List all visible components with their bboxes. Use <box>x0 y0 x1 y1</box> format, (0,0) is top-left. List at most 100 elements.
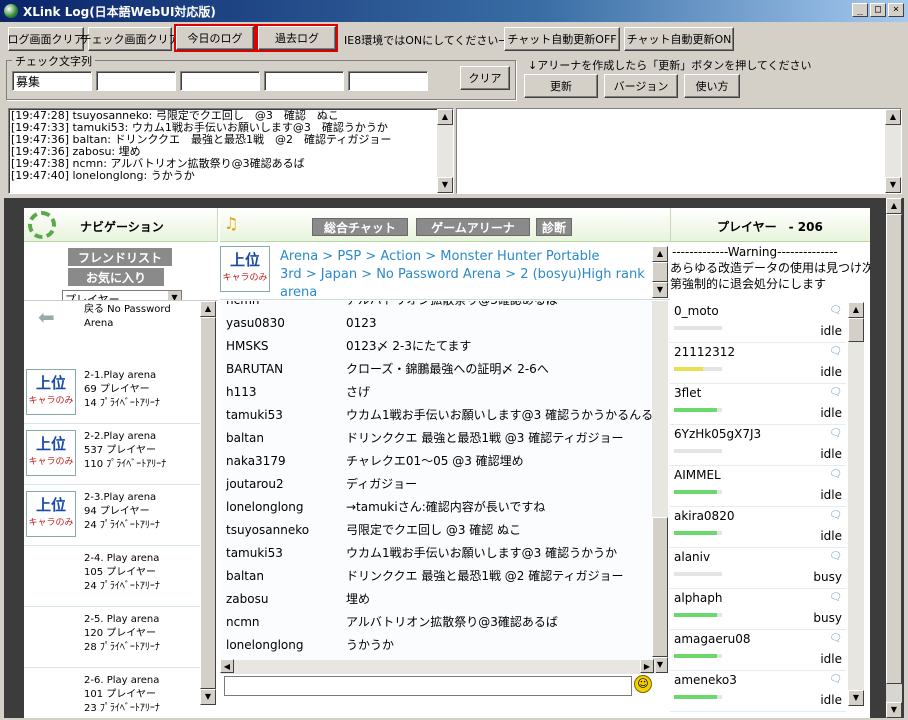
arena-name[interactable]: 2-1.Play arena <box>84 369 160 383</box>
player-item[interactable]: alphaph 🗨 busy <box>670 589 846 630</box>
chat-user[interactable]: ncmn <box>226 611 260 634</box>
chat-user[interactable]: ncmn <box>226 301 260 312</box>
scroll-down-icon[interactable]: ▼ <box>652 282 668 298</box>
check-field-1[interactable] <box>12 71 92 91</box>
player-name[interactable]: 3flet <box>674 386 701 400</box>
scroll-up-icon[interactable]: ▲ <box>885 109 901 125</box>
chat-scrollbar[interactable]: ▼ <box>652 301 668 673</box>
scroll-down-icon[interactable]: ▼ <box>437 177 453 193</box>
chat-user[interactable]: joutarou2 <box>226 473 284 496</box>
log-clear-button[interactable]: ログ画面クリア <box>8 27 85 51</box>
scroll-thumb[interactable] <box>200 317 216 689</box>
player-name[interactable]: 6YzHk05gX7J3 <box>674 427 761 441</box>
scroll-down-icon[interactable]: ▼ <box>848 690 864 706</box>
arena-item[interactable]: 2-5. Play arena 120 プレイヤー 28 ﾌﾟﾗｲﾍﾞｰﾄｱﾘｰﾅ <box>24 607 200 668</box>
player-name[interactable]: AIMMEL <box>674 468 721 482</box>
scroll-up-icon[interactable]: ▲ <box>652 246 668 262</box>
update-button[interactable]: 更新 <box>524 74 598 98</box>
chat-user[interactable]: lonelonglong <box>226 496 303 519</box>
back-item[interactable]: ⬅ 戻る No Password Arena <box>24 301 200 363</box>
player-item[interactable]: amagaeru08 🗨 idle <box>670 630 846 671</box>
player-item[interactable]: akira0820 🗨 idle <box>670 507 846 548</box>
auto-update-off-button[interactable]: チャット自動更新OFF <box>504 27 620 51</box>
player-name[interactable]: alaniv <box>674 550 710 564</box>
smiley-icon[interactable]: ☺ <box>634 675 652 693</box>
breadcrumb-line-2[interactable]: 3rd > Japan > No Password Arena > 2 (bos… <box>280 266 645 284</box>
back-arrow-icon[interactable]: ⬅ <box>38 305 55 329</box>
arena-item[interactable]: 上位 キャラのみ 2-1.Play arena 69 プレイヤー 14 ﾌﾟﾗｲﾍﾞｰﾄ… <box>24 363 200 424</box>
chat-user[interactable]: tamuki53 <box>226 404 283 427</box>
player-name[interactable]: alphaph <box>674 591 723 605</box>
scroll-down-icon[interactable]: ▼ <box>885 177 901 193</box>
player-item[interactable]: 6YzHk05gX7J3 🗨 idle <box>670 425 846 466</box>
player-name[interactable]: 0_moto <box>674 304 719 318</box>
chat-user[interactable]: lonelonglong <box>226 634 303 657</box>
check-clear-fields-button[interactable]: クリア <box>460 66 510 90</box>
scroll-up-icon[interactable]: ▲ <box>437 109 453 125</box>
friend-list-button[interactable]: フレンドリスト <box>68 248 172 266</box>
arena-item[interactable]: 上位 キャラのみ 2-3.Play arena 94 プレイヤー 24 ﾌﾟﾗｲﾍﾞｰﾄ… <box>24 485 200 546</box>
scroll-down-icon[interactable]: ▼ <box>886 702 902 718</box>
breadcrumb-line-1[interactable]: Arena > PSP > Action > Monster Hunter Po… <box>280 248 645 266</box>
player-name[interactable]: akira0820 <box>674 509 734 523</box>
log-scrollbar[interactable]: ▲ ▼ <box>437 109 453 193</box>
check-field-2[interactable] <box>96 71 176 91</box>
arena-name[interactable]: 2-2.Play arena <box>84 430 166 444</box>
scroll-thumb[interactable] <box>652 517 668 657</box>
info-scrollbar[interactable]: ▲ ▼ <box>652 246 668 298</box>
chat-hscrollbar[interactable]: ◀ ▶ <box>220 659 656 674</box>
check-field-4[interactable] <box>264 71 344 91</box>
past-log-button[interactable]: 過去ログ <box>256 24 338 52</box>
chat-user[interactable]: tsuyosanneko <box>226 519 309 542</box>
chat-user[interactable]: baltan <box>226 427 264 450</box>
breadcrumb-line-3[interactable]: arena <box>280 284 645 302</box>
chat-bubble-icon[interactable]: 🗨 <box>829 305 842 316</box>
tab-game-arena[interactable]: ゲームアリーナ <box>416 218 530 236</box>
chat-user[interactable]: BARUTAN <box>226 358 283 381</box>
player-item[interactable]: alaniv 🗨 busy <box>670 548 846 589</box>
player-item[interactable]: 3flet 🗨 idle <box>670 384 846 425</box>
scroll-thumb[interactable] <box>886 214 902 684</box>
chat-user[interactable]: baltan <box>226 565 264 588</box>
auto-update-on-button[interactable]: チャット自動更新ON <box>624 27 734 51</box>
chat-user[interactable]: naka3179 <box>226 450 286 473</box>
scroll-down-icon[interactable]: ▼ <box>200 689 216 705</box>
chat-user[interactable]: HMSKS <box>226 335 268 358</box>
scroll-up-icon[interactable]: ▲ <box>886 198 902 214</box>
chat-bubble-icon[interactable]: 🗨 <box>829 469 842 480</box>
arena-name[interactable]: 2-3.Play arena <box>84 491 160 505</box>
arena-item[interactable]: 2-4. Play arena 105 プレイヤー 24 ﾌﾟﾗｲﾍﾞｰﾄｱﾘｰﾅ <box>24 546 200 607</box>
arena-item[interactable]: 2-6. Play arena 101 プレイヤー 23 ﾌﾟﾗｲﾍﾞｰﾄｱﾘｰﾅ <box>24 668 200 718</box>
howto-button[interactable]: 使い方 <box>684 74 740 98</box>
log-output[interactable]: [19:47:28] tsuyosanneko: 弓限定でクエ回し @3 確認 … <box>8 108 454 194</box>
player-item[interactable]: ameneko3 🗨 idle <box>670 671 846 712</box>
scroll-right-icon[interactable]: ▶ <box>640 659 654 673</box>
scroll-up-icon[interactable]: ▲ <box>200 301 216 317</box>
tab-general-chat[interactable]: 総合チャット <box>312 218 408 236</box>
today-log-button[interactable]: 今日のログ <box>174 24 256 52</box>
scroll-thumb[interactable] <box>848 318 864 342</box>
chat-bubble-icon[interactable]: 🗨 <box>829 674 842 685</box>
check-field-5[interactable] <box>348 71 428 91</box>
arena-name[interactable]: 2-6. Play arena <box>84 674 160 688</box>
check-output[interactable]: ▲ ▼ <box>456 108 902 194</box>
close-button[interactable]: × <box>888 3 904 17</box>
chat-input[interactable] <box>224 676 632 696</box>
player-name[interactable]: ameneko3 <box>674 673 737 687</box>
tab-diagnosis[interactable]: 診断 <box>536 218 572 236</box>
chat-user[interactable]: h113 <box>226 381 257 404</box>
minimize-button[interactable]: _ <box>852 3 868 17</box>
chat-bubble-icon[interactable]: 🗨 <box>829 633 842 644</box>
check-scrollbar[interactable]: ▲ ▼ <box>885 109 901 193</box>
chat-user[interactable]: yasu0830 <box>226 312 285 335</box>
version-button[interactable]: バージョン <box>604 74 678 98</box>
music-note-icon[interactable]: ♫ <box>224 214 238 233</box>
chat-user[interactable]: tamuki53 <box>226 542 283 565</box>
arena-scrollbar[interactable]: ▲ ▼ <box>200 301 216 705</box>
player-scrollbar[interactable]: ▲ ▼ <box>848 302 864 706</box>
check-field-3[interactable] <box>180 71 260 91</box>
player-name[interactable]: 21112312 <box>674 345 735 359</box>
chat-bubble-icon[interactable]: 🗨 <box>829 592 842 603</box>
arena-item[interactable]: 上位 キャラのみ 2-2.Play arena 537 プレイヤー 110 ﾌﾟﾗｲﾍﾞ… <box>24 424 200 485</box>
player-item[interactable]: 21112312 🗨 idle <box>670 343 846 384</box>
